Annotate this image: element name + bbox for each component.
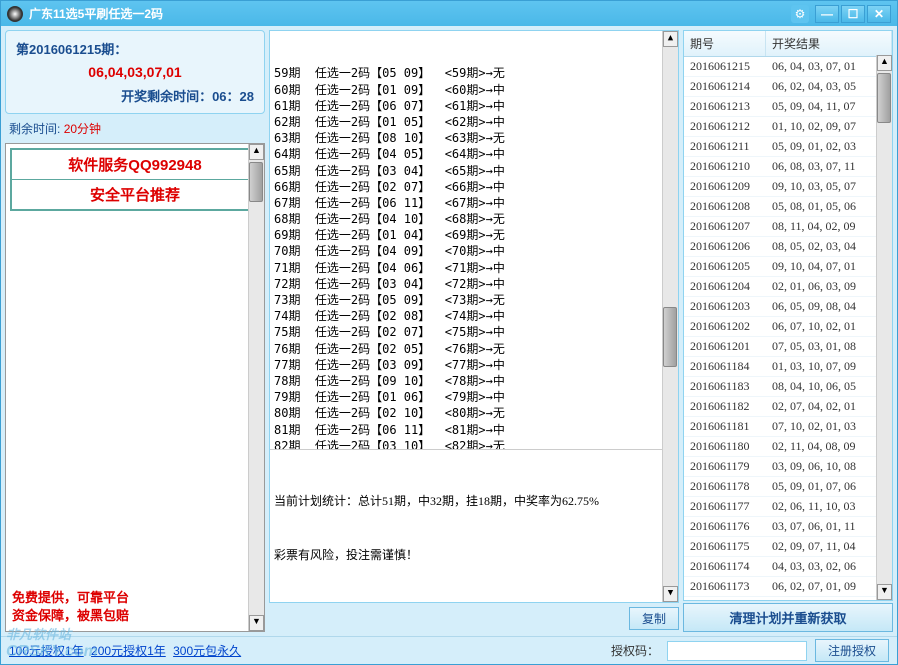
scroll-down-icon[interactable]: ▼ bbox=[249, 615, 264, 631]
settings-icon[interactable]: ⚙ bbox=[791, 5, 809, 23]
titlebar: 广东11选5平刷任选一2码 ⚙ — ☐ ✕ bbox=[1, 1, 897, 26]
promo-service-qq: 软件服务QQ992948 bbox=[12, 150, 258, 180]
table-row[interactable]: 201606120608, 05, 02, 03, 04 bbox=[684, 237, 892, 257]
right-column: 期号 开奖结果 201606121506, 04, 03, 07, 012016… bbox=[683, 30, 893, 632]
minimize-button[interactable]: — bbox=[815, 5, 839, 23]
table-row[interactable]: 201606120206, 07, 10, 02, 01 bbox=[684, 317, 892, 337]
left-column: 第2016061215期： 06,04,03,07,01 开奖剩余时间：06：2… bbox=[5, 30, 265, 632]
table-row[interactable]: 201606118202, 07, 04, 02, 01 bbox=[684, 397, 892, 417]
app-icon bbox=[7, 6, 23, 22]
window-title: 广东11选5平刷任选一2码 bbox=[29, 5, 791, 22]
clear-plan-button[interactable]: 清理计划并重新获取 bbox=[683, 603, 893, 632]
plan-log: 59期 任选一2码【05 09】 <59期>→无 60期 任选一2码【01 09… bbox=[269, 30, 679, 603]
scroll-thumb[interactable] bbox=[249, 162, 263, 202]
table-row[interactable]: 201606117805, 09, 01, 07, 06 bbox=[684, 477, 892, 497]
link-200[interactable]: 200元授权1年 bbox=[91, 644, 166, 658]
table-header: 期号 开奖结果 bbox=[684, 31, 892, 57]
table-row[interactable]: 201606117201, 04, 11, 10, 07 bbox=[684, 597, 892, 600]
stats-line1: 当前计划统计：总计51期，中32期，挂18期，中奖率为62.75% bbox=[274, 492, 658, 510]
footer-links: 100元授权1年 200元授权1年 300元包永久 bbox=[9, 642, 603, 659]
table-row[interactable]: 201606120306, 05, 09, 08, 04 bbox=[684, 297, 892, 317]
stats-line2: 彩票有风险，投注需谨慎！ bbox=[274, 546, 658, 564]
content-area: 第2016061215期： 06,04,03,07,01 开奖剩余时间：06：2… bbox=[1, 26, 897, 636]
countdown-text: 开奖剩余时间：06：28 bbox=[16, 86, 254, 105]
table-row[interactable]: 201606121201, 10, 02, 09, 07 bbox=[684, 117, 892, 137]
history-table: 期号 开奖结果 201606121506, 04, 03, 07, 012016… bbox=[683, 30, 893, 601]
remain-time: 剩余时间: 20分钟 bbox=[5, 118, 265, 139]
log-scrollbar[interactable]: ▲ ▼ bbox=[662, 31, 678, 602]
table-row[interactable]: 201606120509, 10, 04, 07, 01 bbox=[684, 257, 892, 277]
table-row[interactable]: 201606117702, 06, 11, 10, 03 bbox=[684, 497, 892, 517]
table-row[interactable]: 201606120402, 01, 06, 03, 09 bbox=[684, 277, 892, 297]
table-row[interactable]: 201606121305, 09, 04, 11, 07 bbox=[684, 97, 892, 117]
middle-column: 59期 任选一2码【05 09】 <59期>→无 60期 任选一2码【01 09… bbox=[269, 30, 679, 632]
scroll-thumb[interactable] bbox=[663, 307, 677, 367]
promo-scrollbar[interactable]: ▲ ▼ bbox=[248, 144, 264, 631]
table-row[interactable]: 201606121105, 09, 01, 02, 03 bbox=[684, 137, 892, 157]
close-button[interactable]: ✕ bbox=[867, 5, 891, 23]
copy-button[interactable]: 复制 bbox=[629, 607, 679, 630]
current-period-box: 第2016061215期： 06,04,03,07,01 开奖剩余时间：06：2… bbox=[5, 30, 265, 114]
auth-label: 授权码： bbox=[611, 642, 659, 659]
link-300[interactable]: 300元包永久 bbox=[173, 644, 241, 658]
th-period[interactable]: 期号 bbox=[684, 31, 766, 56]
table-row[interactable]: 201606117404, 03, 03, 02, 06 bbox=[684, 557, 892, 577]
promo-platform: 安全平台推荐 bbox=[12, 180, 258, 209]
scroll-up-icon[interactable]: ▲ bbox=[663, 31, 678, 47]
table-row[interactable]: 201606117306, 02, 07, 01, 09 bbox=[684, 577, 892, 597]
scroll-thumb[interactable] bbox=[877, 73, 891, 123]
promo-bottom-text: 免费提供，可靠平台 资金保障，被黑包赔 bbox=[12, 589, 129, 625]
register-auth-button[interactable]: 注册授权 bbox=[815, 639, 889, 662]
table-row[interactable]: 201606118401, 03, 10, 07, 09 bbox=[684, 357, 892, 377]
scroll-down-icon[interactable]: ▼ bbox=[877, 584, 892, 600]
table-scrollbar[interactable]: ▲ ▼ bbox=[876, 55, 892, 600]
draw-numbers: 06,04,03,07,01 bbox=[16, 64, 254, 80]
table-row[interactable]: 201606121506, 04, 03, 07, 01 bbox=[684, 57, 892, 77]
table-row[interactable]: 201606117903, 09, 06, 10, 08 bbox=[684, 457, 892, 477]
link-100[interactable]: 100元授权1年 bbox=[9, 644, 84, 658]
scroll-down-icon[interactable]: ▼ bbox=[663, 586, 678, 602]
table-row[interactable]: 201606117502, 09, 07, 11, 04 bbox=[684, 537, 892, 557]
table-row[interactable]: 201606120909, 10, 03, 05, 07 bbox=[684, 177, 892, 197]
scroll-up-icon[interactable]: ▲ bbox=[249, 144, 264, 160]
table-row[interactable]: 201606118308, 04, 10, 06, 05 bbox=[684, 377, 892, 397]
table-body: 201606121506, 04, 03, 07, 01201606121406… bbox=[684, 57, 892, 600]
table-row[interactable]: 201606120708, 11, 04, 02, 09 bbox=[684, 217, 892, 237]
table-row[interactable]: 201606118107, 10, 02, 01, 03 bbox=[684, 417, 892, 437]
table-row[interactable]: 201606120107, 05, 03, 01, 08 bbox=[684, 337, 892, 357]
stats-box: 当前计划统计：总计51期，中32期，挂18期，中奖率为62.75% 彩票有风险，… bbox=[270, 449, 662, 602]
maximize-button[interactable]: ☐ bbox=[841, 5, 865, 23]
app-window: 广东11选5平刷任选一2码 ⚙ — ☐ ✕ 第2016061215期： 06,0… bbox=[0, 0, 898, 665]
table-row[interactable]: 201606120805, 08, 01, 05, 06 bbox=[684, 197, 892, 217]
promo-top: 软件服务QQ992948 安全平台推荐 bbox=[10, 148, 260, 211]
promo-panel: 软件服务QQ992948 安全平台推荐 免费提供，可靠平台 资金保障，被黑包赔 … bbox=[5, 143, 265, 632]
mid-buttons: 复制 bbox=[269, 605, 679, 632]
table-row[interactable]: 201606121406, 02, 04, 03, 05 bbox=[684, 77, 892, 97]
footer: 100元授权1年 200元授权1年 300元包永久 授权码： 注册授权 bbox=[1, 636, 897, 664]
table-row[interactable]: 201606121006, 08, 03, 07, 11 bbox=[684, 157, 892, 177]
scroll-up-icon[interactable]: ▲ bbox=[877, 55, 892, 71]
table-row[interactable]: 201606117603, 07, 06, 01, 11 bbox=[684, 517, 892, 537]
auth-code-input[interactable] bbox=[667, 641, 807, 661]
table-row[interactable]: 201606118002, 11, 04, 08, 09 bbox=[684, 437, 892, 457]
th-result[interactable]: 开奖结果 bbox=[766, 31, 892, 56]
period-label: 第2016061215期： bbox=[16, 39, 254, 58]
